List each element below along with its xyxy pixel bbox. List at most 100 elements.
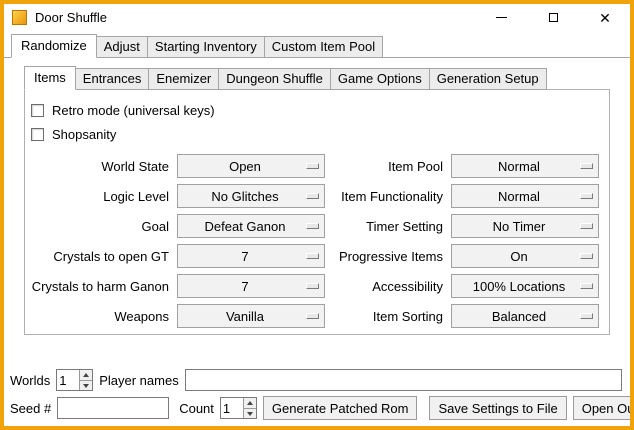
randomize-pane: Items Entrances Enemizer Dungeon Shuffle… (4, 57, 630, 362)
crystals-open-gt-label: Crystals to open GT (29, 249, 169, 264)
count-spin-up-button[interactable] (244, 398, 256, 408)
tab-entrances[interactable]: Entrances (75, 68, 150, 90)
tab-items[interactable]: Items (24, 66, 76, 90)
timer-setting-dropdown[interactable]: No Timer (451, 214, 599, 238)
main-tab-bar: Randomize Adjust Starting Inventory Cust… (4, 34, 630, 58)
count-label: Count (179, 401, 214, 416)
item-pool-dropdown[interactable]: Normal (451, 154, 599, 178)
crystals-harm-ganon-label: Crystals to harm Ganon (29, 279, 169, 294)
crystals-harm-ganon-value: 7 (241, 279, 248, 294)
sub-tab-bar: Items Entrances Enemizer Dungeon Shuffle… (24, 66, 610, 90)
accessibility-dropdown[interactable]: 100% Locations (451, 274, 599, 298)
seed-row: Seed # Count Generate Patched Rom Save S… (10, 396, 624, 420)
item-functionality-label: Item Functionality (333, 189, 443, 204)
worlds-spinbox[interactable] (56, 369, 93, 391)
retro-mode-checkbox[interactable] (31, 104, 44, 117)
retro-mode-label: Retro mode (universal keys) (52, 103, 215, 118)
dropdown-indicator-icon (580, 163, 593, 169)
progressive-items-label: Progressive Items (333, 249, 443, 264)
maximize-button[interactable] (542, 7, 564, 29)
world-state-dropdown[interactable]: Open (177, 154, 325, 178)
shopsanity-label: Shopsanity (52, 127, 116, 142)
goal-dropdown[interactable]: Defeat Ganon (177, 214, 325, 238)
dropdown-indicator-icon (580, 313, 593, 319)
item-sorting-dropdown[interactable]: Balanced (451, 304, 599, 328)
window-controls: ✕ (490, 7, 630, 29)
goal-label: Goal (29, 219, 169, 234)
tab-randomize[interactable]: Randomize (11, 34, 97, 58)
maximize-icon (549, 13, 558, 22)
item-pool-label: Item Pool (333, 159, 443, 174)
generate-patched-rom-button[interactable]: Generate Patched Rom (263, 396, 418, 420)
worlds-spin-up-button[interactable] (80, 370, 92, 380)
crystals-harm-ganon-dropdown[interactable]: 7 (177, 274, 325, 298)
timer-setting-value: No Timer (493, 219, 546, 234)
crystals-open-gt-dropdown[interactable]: 7 (177, 244, 325, 268)
bottom-bar: Worlds Player names Seed # Count (4, 362, 630, 426)
retro-mode-checkbox-row[interactable]: Retro mode (universal keys) (29, 98, 603, 122)
count-spinbox[interactable] (220, 397, 257, 419)
dropdown-indicator-icon (306, 283, 319, 289)
close-button[interactable]: ✕ (594, 7, 616, 29)
item-functionality-value: Normal (498, 189, 540, 204)
worlds-row: Worlds Player names (10, 368, 624, 392)
spin-up-icon (83, 373, 89, 377)
seed-label: Seed # (10, 401, 51, 416)
dropdown-indicator-icon (580, 223, 593, 229)
close-icon: ✕ (599, 11, 611, 25)
dropdown-indicator-icon (580, 253, 593, 259)
app-icon[interactable] (12, 10, 27, 25)
tab-generation-setup[interactable]: Generation Setup (429, 68, 547, 90)
player-names-input[interactable] (185, 369, 622, 391)
logic-level-value: No Glitches (211, 189, 278, 204)
goal-value: Defeat Ganon (205, 219, 286, 234)
shopsanity-checkbox[interactable] (31, 128, 44, 141)
weapons-dropdown[interactable]: Vanilla (177, 304, 325, 328)
tab-game-options[interactable]: Game Options (330, 68, 430, 90)
tab-starting-inventory[interactable]: Starting Inventory (147, 36, 265, 58)
accessibility-label: Accessibility (333, 279, 443, 294)
crystals-open-gt-value: 7 (241, 249, 248, 264)
count-input[interactable] (221, 398, 243, 418)
items-pane: Retro mode (universal keys) Shopsanity W… (24, 89, 610, 335)
item-functionality-dropdown[interactable]: Normal (451, 184, 599, 208)
tab-enemizer[interactable]: Enemizer (148, 68, 219, 90)
spin-down-icon (83, 384, 89, 388)
progressive-items-dropdown[interactable]: On (451, 244, 599, 268)
shopsanity-checkbox-row[interactable]: Shopsanity (29, 122, 603, 146)
seed-input[interactable] (57, 397, 169, 419)
window-title: Door Shuffle (35, 10, 107, 25)
worlds-spin-buttons (79, 370, 92, 390)
world-state-label: World State (29, 159, 169, 174)
worlds-input[interactable] (57, 370, 79, 390)
settings-grid: World State Open Item Pool Normal Logic … (29, 154, 603, 328)
open-output-directory-button[interactable]: Open Output Directory (573, 396, 634, 420)
spin-down-icon (247, 412, 253, 416)
dropdown-indicator-icon (306, 253, 319, 259)
save-settings-button[interactable]: Save Settings to File (429, 396, 566, 420)
dropdown-indicator-icon (580, 283, 593, 289)
worlds-spin-down-button[interactable] (80, 380, 92, 390)
item-pool-value: Normal (498, 159, 540, 174)
minimize-button[interactable] (490, 7, 512, 29)
item-sorting-label: Item Sorting (333, 309, 443, 324)
accessibility-value: 100% Locations (473, 279, 566, 294)
weapons-value: Vanilla (226, 309, 264, 324)
tab-adjust[interactable]: Adjust (96, 36, 148, 58)
world-state-value: Open (229, 159, 261, 174)
dropdown-indicator-icon (306, 223, 319, 229)
door-shuffle-window: Door Shuffle ✕ Randomize Adjust Starting… (0, 0, 634, 430)
dropdown-indicator-icon (580, 193, 593, 199)
logic-level-dropdown[interactable]: No Glitches (177, 184, 325, 208)
count-spin-buttons (243, 398, 256, 418)
tab-custom-item-pool[interactable]: Custom Item Pool (264, 36, 383, 58)
count-spin-down-button[interactable] (244, 408, 256, 418)
worlds-label: Worlds (10, 373, 50, 388)
progressive-items-value: On (510, 249, 527, 264)
player-names-label: Player names (99, 373, 178, 388)
tab-dungeon-shuffle[interactable]: Dungeon Shuffle (218, 68, 331, 90)
titlebar[interactable]: Door Shuffle ✕ (4, 4, 630, 31)
spin-up-icon (247, 401, 253, 405)
item-sorting-value: Balanced (492, 309, 546, 324)
dropdown-indicator-icon (306, 313, 319, 319)
